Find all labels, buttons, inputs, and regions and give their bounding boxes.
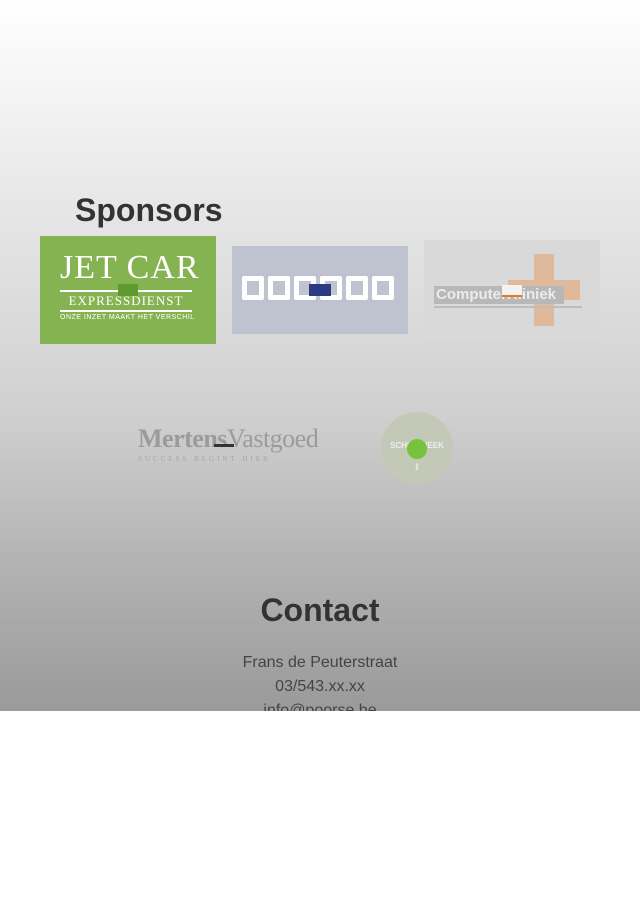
sponsor-logo-schuifweek[interactable]: SCHUIFWEEK ‖ <box>381 412 453 484</box>
contact-address: Frans de Peuterstraat <box>242 654 398 671</box>
computerkliniek-underline <box>434 306 582 308</box>
jetcar-logo-tagline: ONZE INZET MAAKT HET VERSCHIL <box>60 314 195 321</box>
fork-knife-icon: ‖ <box>415 462 419 472</box>
loading-spinner-icon <box>118 284 138 296</box>
sponsor-logo-computerkliniek[interactable]: ComputerKliniek <box>424 240 600 340</box>
contact-phone[interactable]: 03/543.xx.xx <box>0 675 640 699</box>
loading-spinner-icon <box>214 444 234 447</box>
loading-spinner-icon <box>407 439 427 459</box>
page-background: Sponsors JET CAR EXPRESSDIENST ONZE INZE… <box>0 0 640 711</box>
contact-email[interactable]: info@poorse.be <box>0 699 640 711</box>
jetcar-divider <box>60 310 192 312</box>
sponsors-heading: Sponsors <box>75 192 223 228</box>
jetcar-logo-text: JET CAR <box>60 249 200 286</box>
sponsor-logo-mertensvastgoed[interactable]: MertensVastgoed SUCCESS BEGINT HIER <box>136 420 319 470</box>
computerkliniek-logo-text: ComputerKliniek <box>436 286 557 303</box>
loading-spinner-icon <box>309 284 331 296</box>
mertens-logo-tagline: SUCCESS BEGINT HIER <box>138 455 271 463</box>
loading-spinner-icon <box>502 285 522 297</box>
mertens-logo-text: MertensVastgoed <box>138 424 319 454</box>
mertens-logo-regular: Vastgoed <box>226 424 319 453</box>
sponsor-logo-gamma[interactable] <box>232 246 408 334</box>
sponsor-logo-jetcar[interactable]: JET CAR EXPRESSDIENST ONZE INZET MAAKT H… <box>40 236 216 344</box>
mertens-logo-bold: Mertens <box>138 424 227 453</box>
contact-heading: Contact <box>260 592 380 628</box>
